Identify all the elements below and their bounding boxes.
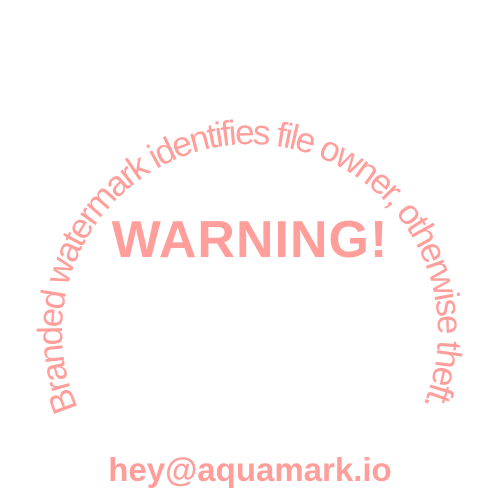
contact-email: hey@aquamark.io: [108, 451, 392, 488]
watermark-stamp: Branded watermark identifies file owner,…: [0, 0, 500, 500]
warning-heading: WARNING!: [111, 211, 389, 269]
